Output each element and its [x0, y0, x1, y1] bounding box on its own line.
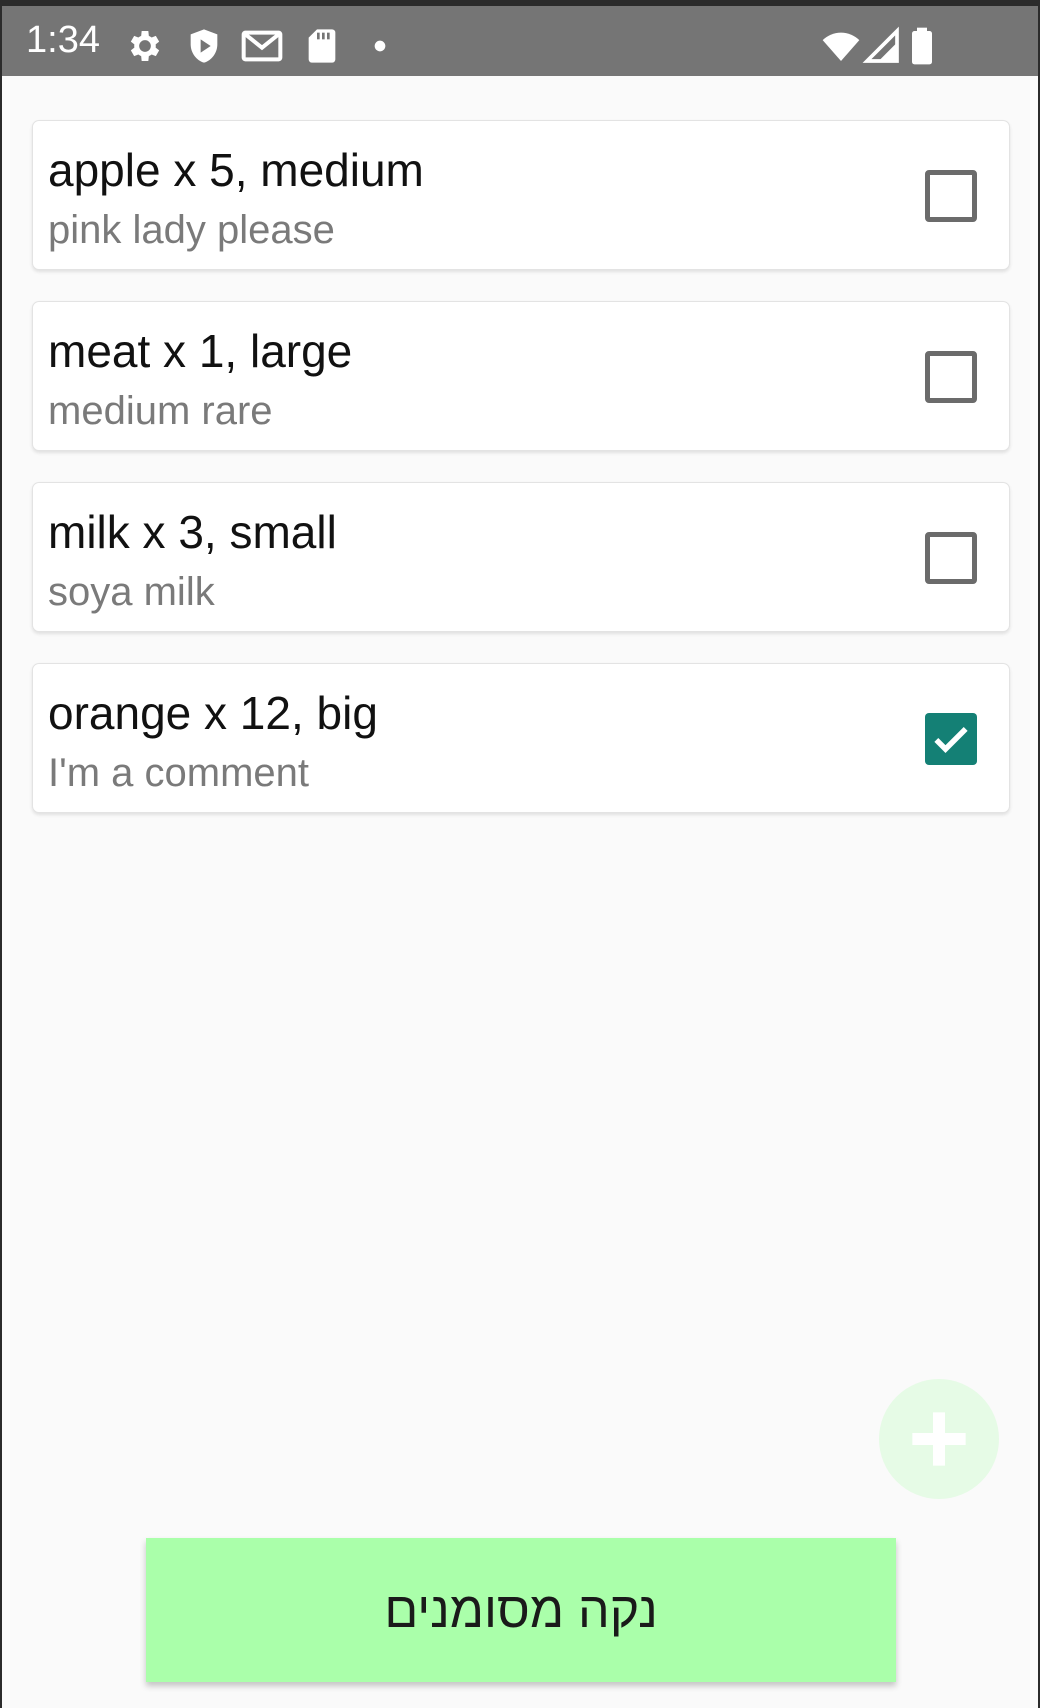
list-item[interactable]: milk x 3, small soya milk: [32, 482, 1010, 632]
plus-icon: [912, 1412, 966, 1466]
list-item[interactable]: meat x 1, large medium rare: [32, 301, 1010, 451]
status-time: 1:34: [26, 19, 100, 61]
sd-card-icon: [302, 26, 342, 66]
notification-dot-icon: [360, 26, 400, 66]
clear-checked-button[interactable]: נקה מסומנים: [146, 1538, 896, 1682]
item-title: milk x 3, small: [48, 506, 337, 558]
status-bar: 1:34: [2, 6, 1038, 76]
item-comment: pink lady please: [48, 208, 335, 252]
gmail-icon: [240, 26, 284, 66]
shopping-list: apple x 5, medium pink lady please meat …: [32, 120, 1012, 844]
settings-icon: [125, 26, 165, 66]
cell-signal-icon: [862, 26, 902, 66]
item-checkbox[interactable]: [925, 351, 977, 403]
list-item[interactable]: apple x 5, medium pink lady please: [32, 120, 1010, 270]
battery-icon: [905, 26, 939, 66]
item-checkbox[interactable]: [925, 170, 977, 222]
item-checkbox-checked[interactable]: [925, 713, 977, 765]
wifi-icon: [818, 26, 864, 66]
item-checkbox[interactable]: [925, 532, 977, 584]
shield-play-icon: [184, 26, 224, 66]
item-comment: soya milk: [48, 570, 215, 614]
item-title: orange x 12, big: [48, 687, 378, 739]
add-item-button[interactable]: [879, 1379, 999, 1499]
item-comment: I'm a comment: [48, 751, 310, 795]
item-comment: medium rare: [48, 389, 273, 433]
checkmark-icon: [934, 726, 968, 753]
item-title: apple x 5, medium: [48, 144, 424, 196]
app-screen: 1:34 apple x 5, medium pink lady please …: [2, 6, 1038, 1708]
item-title: meat x 1, large: [48, 325, 353, 377]
list-item[interactable]: orange x 12, big I'm a comment: [32, 663, 1010, 813]
